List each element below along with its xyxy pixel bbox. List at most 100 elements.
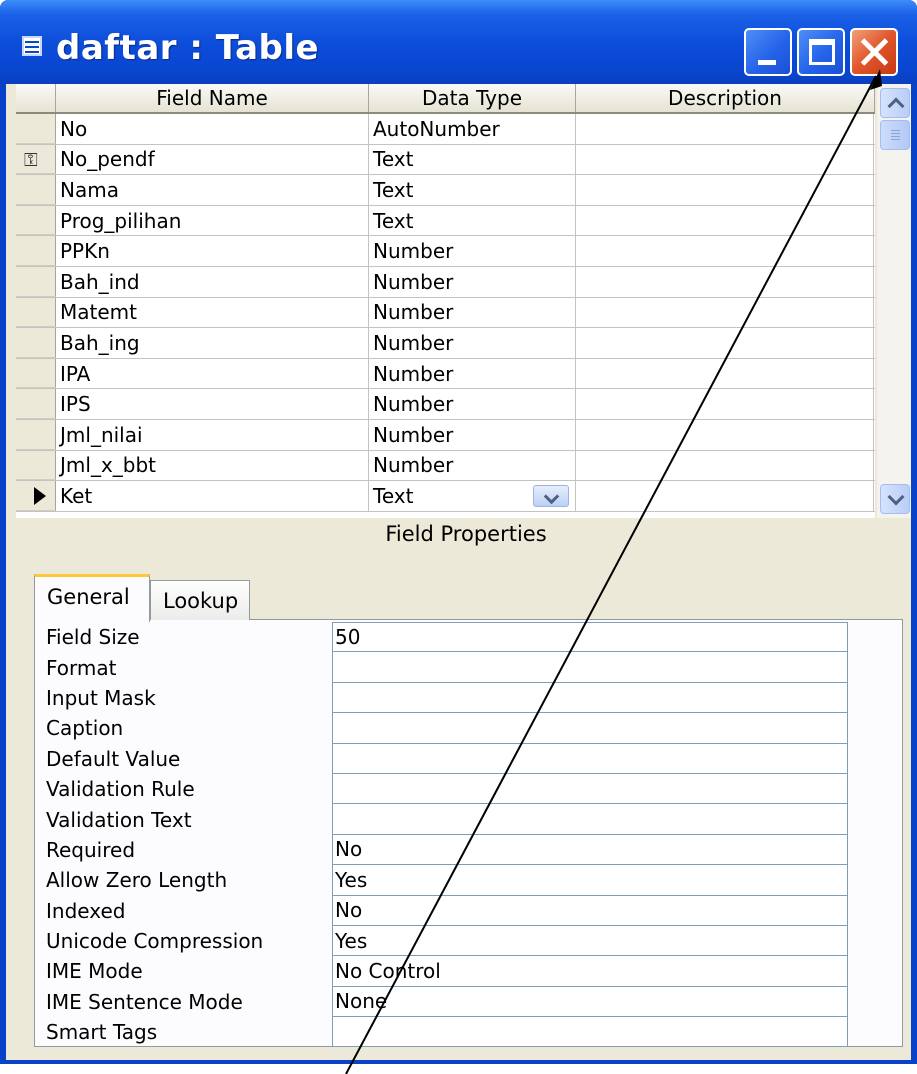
property-value-field[interactable] bbox=[332, 713, 848, 744]
property-value-field[interactable] bbox=[332, 743, 848, 774]
row-selector[interactable] bbox=[16, 481, 56, 511]
table-row[interactable]: IPS Number bbox=[16, 389, 875, 420]
row-selector[interactable] bbox=[16, 297, 56, 328]
data-type-cell[interactable]: Number bbox=[369, 266, 576, 297]
row-selector[interactable] bbox=[16, 419, 56, 450]
scroll-down-button[interactable] bbox=[880, 484, 910, 514]
table-icon[interactable] bbox=[22, 36, 42, 56]
row-selector[interactable] bbox=[16, 450, 56, 481]
description-cell[interactable] bbox=[576, 175, 874, 205]
vertical-scrollbar[interactable] bbox=[877, 84, 911, 518]
table-row[interactable]: No AutoNumber bbox=[16, 114, 875, 145]
field-name-cell[interactable]: IPS bbox=[56, 389, 369, 419]
description-cell[interactable] bbox=[576, 481, 874, 511]
close-button[interactable] bbox=[850, 28, 898, 76]
close-icon bbox=[852, 30, 896, 74]
field-name-cell[interactable]: Bah_ind bbox=[56, 266, 369, 297]
table-row[interactable]: Jml_nilai Number bbox=[16, 419, 875, 451]
chevron-down-icon[interactable] bbox=[533, 485, 569, 508]
data-type-cell[interactable]: Number bbox=[369, 358, 576, 389]
table-row[interactable]: Ket Text bbox=[16, 481, 875, 512]
row-selector[interactable] bbox=[16, 358, 56, 389]
tab-general[interactable]: General bbox=[34, 574, 150, 622]
description-cell[interactable] bbox=[576, 266, 874, 297]
table-row[interactable]: Nama Text bbox=[16, 175, 875, 206]
data-type-cell[interactable]: Number bbox=[369, 419, 576, 450]
row-selector-header[interactable] bbox=[16, 84, 56, 112]
property-value-field[interactable]: No bbox=[332, 834, 848, 866]
row-selector[interactable]: ⚿ bbox=[16, 144, 56, 175]
table-row[interactable]: Matemt Number bbox=[16, 297, 875, 329]
property-value-field[interactable] bbox=[332, 652, 848, 683]
data-type-cell[interactable]: Text bbox=[369, 205, 576, 236]
property-row: Validation Text bbox=[38, 804, 848, 835]
row-selector[interactable] bbox=[16, 114, 56, 144]
field-name-cell[interactable]: Nama bbox=[56, 175, 369, 205]
description-cell[interactable] bbox=[576, 419, 874, 450]
description-cell[interactable] bbox=[576, 358, 874, 389]
description-cell[interactable] bbox=[576, 236, 874, 266]
scroll-thumb[interactable] bbox=[880, 120, 910, 150]
row-selector[interactable] bbox=[16, 175, 56, 205]
column-header-description[interactable]: Description bbox=[576, 84, 875, 112]
property-value-field[interactable]: None bbox=[332, 986, 848, 1018]
tab-lookup[interactable]: Lookup bbox=[150, 580, 250, 620]
property-value-field[interactable]: No Control bbox=[332, 956, 848, 987]
table-row[interactable]: Prog_pilihan Text bbox=[16, 205, 875, 237]
field-grid-header: Field Name Data Type Description bbox=[16, 84, 875, 114]
field-name-cell[interactable]: PPKn bbox=[56, 236, 369, 266]
description-cell[interactable] bbox=[576, 328, 874, 358]
property-value-field[interactable] bbox=[332, 773, 848, 805]
data-type-cell[interactable]: Number bbox=[369, 328, 576, 358]
row-selector[interactable] bbox=[16, 205, 56, 236]
field-name-cell[interactable]: Matemt bbox=[56, 297, 369, 328]
table-row[interactable]: ⚿ No_pendf Text bbox=[16, 144, 875, 176]
data-type-cell[interactable]: Text bbox=[369, 481, 576, 511]
description-cell[interactable] bbox=[576, 450, 874, 481]
field-name-cell[interactable]: Ket bbox=[56, 481, 369, 511]
data-type-cell[interactable]: Number bbox=[369, 450, 576, 481]
data-type-cell[interactable]: Number bbox=[369, 389, 576, 419]
property-label: Format bbox=[46, 655, 117, 680]
minimize-button[interactable] bbox=[744, 28, 792, 76]
data-type-cell[interactable]: AutoNumber bbox=[369, 114, 576, 144]
field-name-cell[interactable]: IPA bbox=[56, 358, 369, 389]
title-bar[interactable]: daftar : Table bbox=[0, 0, 917, 84]
description-cell[interactable] bbox=[576, 114, 874, 144]
field-name-cell[interactable]: Prog_pilihan bbox=[56, 205, 369, 236]
property-value-field[interactable]: Yes bbox=[332, 865, 848, 896]
description-cell[interactable] bbox=[576, 144, 874, 175]
field-name-cell[interactable]: Jml_nilai bbox=[56, 419, 369, 450]
column-header-field-name[interactable]: Field Name bbox=[56, 84, 369, 112]
description-cell[interactable] bbox=[576, 205, 874, 236]
maximize-button[interactable] bbox=[797, 28, 845, 76]
description-cell[interactable] bbox=[576, 389, 874, 419]
property-label: Validation Rule bbox=[46, 777, 195, 802]
field-name-cell[interactable]: No bbox=[56, 114, 369, 144]
table-row[interactable]: IPA Number bbox=[16, 358, 875, 390]
column-header-data-type[interactable]: Data Type bbox=[369, 84, 576, 112]
table-row[interactable]: Bah_ing Number bbox=[16, 328, 875, 359]
data-type-cell[interactable]: Text bbox=[369, 175, 576, 205]
data-type-cell[interactable]: Number bbox=[369, 236, 576, 266]
field-name-cell[interactable]: Jml_x_bbt bbox=[56, 450, 369, 481]
property-value-field[interactable]: 50 bbox=[332, 622, 848, 653]
property-value-field[interactable] bbox=[332, 1017, 848, 1048]
property-value-field[interactable]: No bbox=[332, 895, 848, 926]
row-selector[interactable] bbox=[16, 266, 56, 297]
data-type-cell[interactable]: Number bbox=[369, 297, 576, 328]
row-selector[interactable] bbox=[16, 389, 56, 419]
property-value-field[interactable] bbox=[332, 682, 848, 714]
property-value-field[interactable] bbox=[332, 804, 848, 835]
field-name-cell[interactable]: Bah_ing bbox=[56, 328, 369, 358]
field-name-cell[interactable]: No_pendf bbox=[56, 144, 369, 175]
scroll-up-button[interactable] bbox=[880, 88, 910, 118]
table-row[interactable]: Jml_x_bbt Number bbox=[16, 450, 875, 482]
row-selector[interactable] bbox=[16, 236, 56, 266]
description-cell[interactable] bbox=[576, 297, 874, 328]
row-selector[interactable] bbox=[16, 328, 56, 358]
table-row[interactable]: PPKn Number bbox=[16, 236, 875, 267]
table-row[interactable]: Bah_ind Number bbox=[16, 266, 875, 298]
property-value-field[interactable]: Yes bbox=[332, 925, 848, 957]
data-type-cell[interactable]: Text bbox=[369, 144, 576, 175]
